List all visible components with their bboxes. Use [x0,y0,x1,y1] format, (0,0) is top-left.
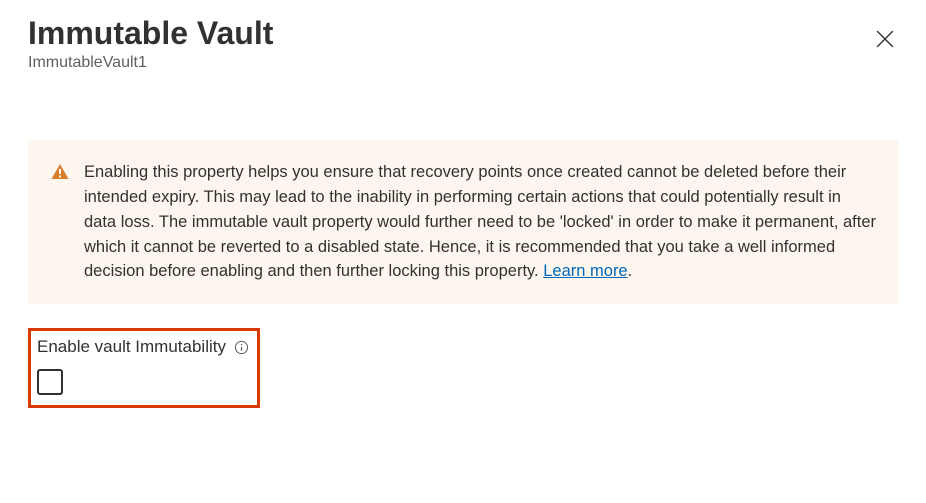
enable-label-row: Enable vault Immutability [37,337,249,357]
learn-more-link[interactable]: Learn more [543,262,627,280]
warning-infobox: Enabling this property helps you ensure … [28,140,898,304]
resource-name: ImmutableVault1 [28,54,273,72]
page-title: Immutable Vault [28,14,273,52]
panel-header: Immutable Vault ImmutableVault1 [28,14,898,72]
info-icon[interactable] [234,340,249,355]
warning-icon [50,162,70,187]
warning-message: Enabling this property helps you ensure … [84,163,876,280]
close-icon [876,35,894,52]
header-text-block: Immutable Vault ImmutableVault1 [28,14,273,72]
enable-immutability-checkbox[interactable] [37,369,63,395]
enable-immutability-section: Enable vault Immutability [28,328,260,408]
enable-immutability-label: Enable vault Immutability [37,337,226,357]
warning-text: Enabling this property helps you ensure … [84,160,876,284]
close-button[interactable] [870,24,900,59]
